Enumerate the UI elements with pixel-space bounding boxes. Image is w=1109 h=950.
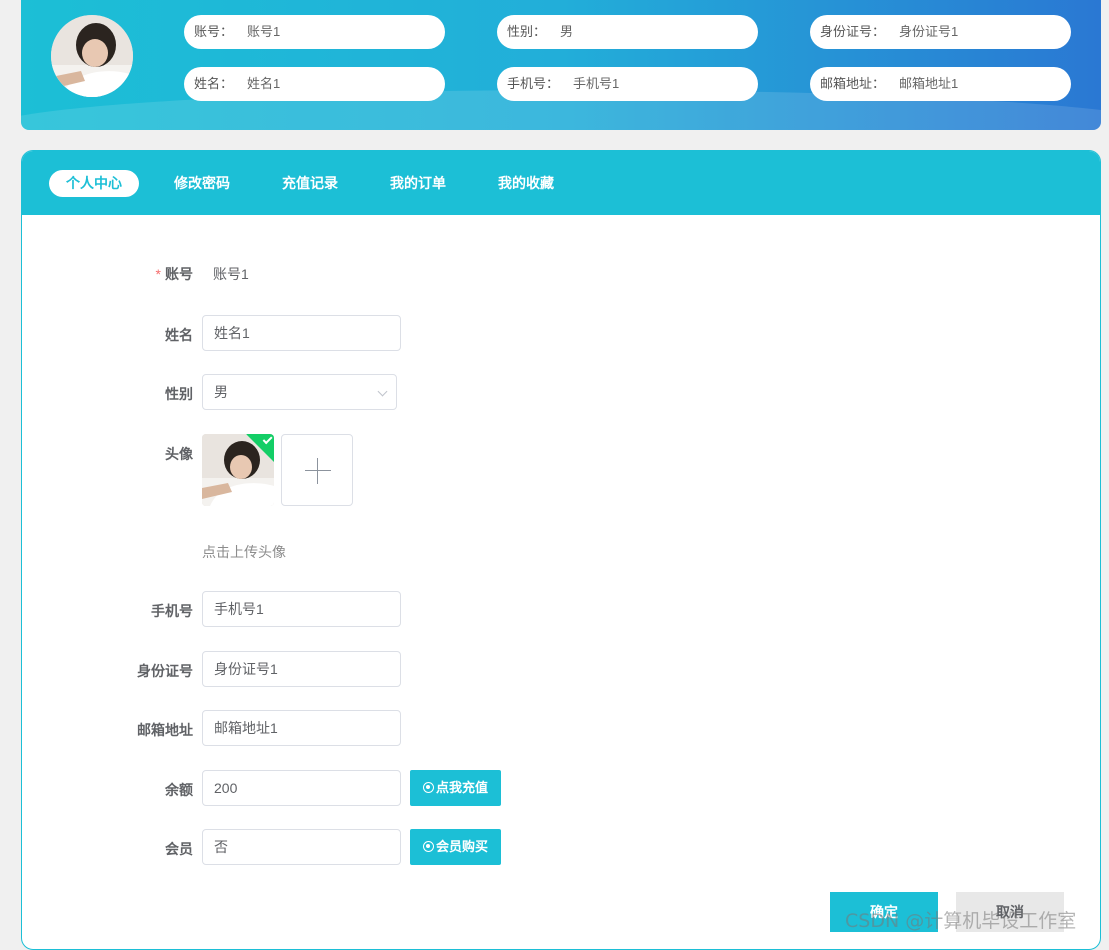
info-account: 账号： 账号1 xyxy=(184,15,445,49)
phone-label: 手机号 xyxy=(151,603,193,619)
balance-label: 余额 xyxy=(165,782,193,798)
avatar-image xyxy=(51,15,133,97)
member-label: 会员 xyxy=(165,841,193,857)
id-card-input[interactable]: 身份证号1 xyxy=(202,651,401,687)
info-account-value: 账号1 xyxy=(247,24,281,39)
avatar-upload-button[interactable] xyxy=(281,434,353,506)
header-avatar xyxy=(51,15,133,97)
tab-my-orders[interactable]: 我的订单 xyxy=(390,170,446,197)
info-phone-label: 手机号： xyxy=(507,76,560,91)
info-name-label: 姓名： xyxy=(194,76,234,91)
recharge-button[interactable]: 点我充值 xyxy=(410,770,501,806)
info-name-value: 姓名1 xyxy=(247,76,281,91)
chevron-down-icon xyxy=(377,386,388,397)
gender-select[interactable]: 男 xyxy=(202,374,397,410)
email-label: 邮箱地址 xyxy=(137,722,193,738)
avatar-thumbnail[interactable] xyxy=(202,434,274,506)
balance-input[interactable]: 200 xyxy=(202,770,401,806)
info-email-label: 邮箱地址： xyxy=(820,76,886,91)
recharge-button-label: 点我充值 xyxy=(435,780,488,795)
account-label-text: 账号 xyxy=(165,266,193,282)
gender-label: 性别 xyxy=(165,386,193,402)
info-id-card: 身份证号： 身份证号1 xyxy=(810,15,1071,49)
required-mark: * xyxy=(155,266,161,282)
info-id-card-value: 身份证号1 xyxy=(899,24,959,39)
info-phone: 手机号： 手机号1 xyxy=(497,67,758,101)
membership-icon xyxy=(422,841,434,852)
name-input[interactable]: 姓名1 xyxy=(202,315,401,351)
name-label: 姓名 xyxy=(165,327,193,343)
account-label: * 账号 xyxy=(73,264,193,284)
id-card-label: 身份证号 xyxy=(137,663,193,679)
account-value: 账号1 xyxy=(213,266,249,282)
profile-header: 账号： 账号1 性别： 男 身份证号： 身份证号1 姓名： 姓名1 手机号： 手… xyxy=(21,0,1101,130)
buy-membership-button-label: 会员购买 xyxy=(435,839,488,854)
info-gender-label: 性别： xyxy=(507,24,547,39)
profile-panel: 个人中心 修改密码 充值记录 我的订单 我的收藏 * 账号 账号1 姓名 姓名1 … xyxy=(21,150,1101,950)
info-email-value: 邮箱地址1 xyxy=(899,76,959,91)
info-phone-value: 手机号1 xyxy=(573,76,620,91)
tab-change-password[interactable]: 修改密码 xyxy=(174,170,230,197)
info-gender-value: 男 xyxy=(560,24,574,39)
phone-input[interactable]: 手机号1 xyxy=(202,591,401,627)
tab-my-favorites[interactable]: 我的收藏 xyxy=(498,170,554,197)
info-name: 姓名： 姓名1 xyxy=(184,67,445,101)
avatar-upload-hint: 点击上传头像 xyxy=(202,544,286,560)
avatar-label: 头像 xyxy=(165,446,193,462)
check-icon xyxy=(262,434,273,445)
buy-membership-button[interactable]: 会员购买 xyxy=(410,829,501,865)
tab-personal-center[interactable]: 个人中心 xyxy=(49,170,139,197)
email-input[interactable]: 邮箱地址1 xyxy=(202,710,401,746)
member-input[interactable]: 否 xyxy=(202,829,401,865)
csdn-watermark: CSDN @计算机毕设工作室 xyxy=(845,910,1077,932)
info-email: 邮箱地址： 邮箱地址1 xyxy=(810,67,1071,101)
info-id-card-label: 身份证号： xyxy=(820,24,886,39)
info-account-label: 账号： xyxy=(194,24,234,39)
plus-icon xyxy=(305,470,331,471)
recharge-icon xyxy=(422,782,434,793)
plus-icon-vertical xyxy=(317,458,318,484)
tab-bar: 个人中心 修改密码 充值记录 我的订单 我的收藏 xyxy=(22,151,1100,215)
gender-select-value: 男 xyxy=(214,384,228,400)
tab-recharge-records[interactable]: 充值记录 xyxy=(282,170,338,197)
info-gender: 性别： 男 xyxy=(497,15,758,49)
